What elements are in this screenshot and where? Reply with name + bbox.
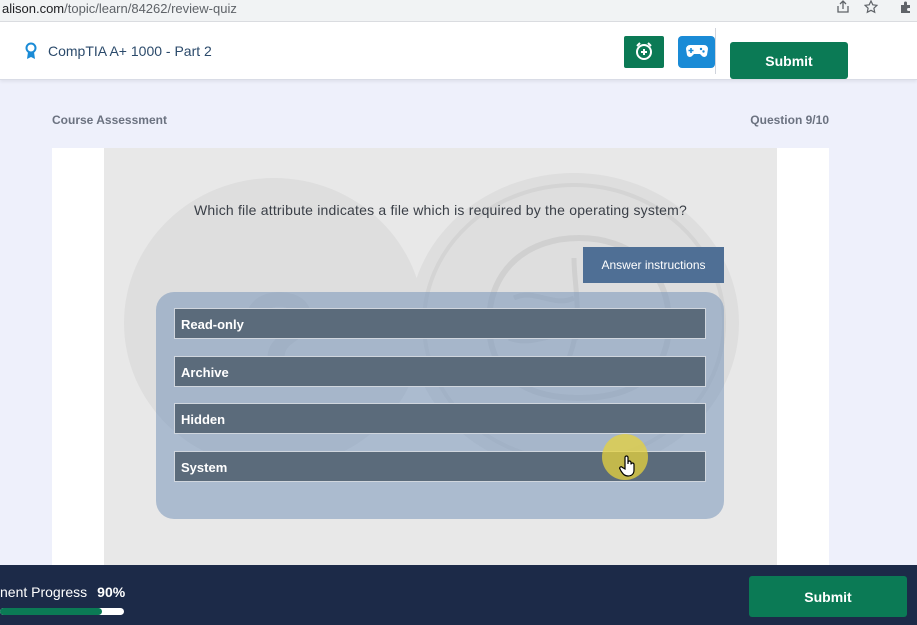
add-alarm-icon [634,41,654,64]
url-text[interactable]: alison.com/topic/learn/84262/review-quiz [2,1,237,16]
progress-label-text: nent Progress [0,584,88,600]
assessment-progress: nent Progress 90% [0,584,125,600]
footer-bar: nent Progress 90% Submit [0,565,917,625]
progress-percent: 90% [97,584,126,600]
submit-button-footer[interactable]: Submit [749,576,907,617]
answer-option-read-only[interactable]: Read-only [174,308,706,339]
star-icon[interactable] [862,0,880,18]
extensions-icon[interactable] [897,0,915,18]
submit-button-header[interactable]: Submit [730,42,848,79]
answer-instructions-button[interactable]: Answer instructions [583,247,724,283]
game-button[interactable] [678,36,715,68]
question-counter: Question 9/10 [750,113,829,127]
url-domain: alison.com [2,1,65,16]
hand-cursor-icon [619,455,637,477]
answer-option-hidden[interactable]: Hidden [174,403,706,434]
progress-fill [0,608,102,615]
course-title[interactable]: CompTIA A+ 1000 - Part 2 [48,43,212,59]
add-alarm-button[interactable] [624,36,664,68]
progress-track [0,608,124,615]
answer-option-archive[interactable]: Archive [174,356,706,387]
gamepad-icon [685,44,709,63]
quiz-card: ? Which file attribute indicates a file … [104,148,777,568]
url-path: /topic/learn/84262/review-quiz [64,1,237,16]
question-text: Which file attribute indicates a file wh… [193,202,687,218]
section-label: Course Assessment [52,113,167,127]
app-header: CompTIA A+ 1000 - Part 2 Submit [0,22,917,80]
browser-url-bar[interactable]: alison.com/topic/learn/84262/review-quiz [0,0,917,22]
header-divider [715,28,716,74]
answers-container: Read-only Archive Hidden System [156,292,724,519]
award-ribbon-icon [24,42,38,60]
quiz-panel: ? Which file attribute indicates a file … [52,148,829,568]
share-icon[interactable] [834,0,852,18]
